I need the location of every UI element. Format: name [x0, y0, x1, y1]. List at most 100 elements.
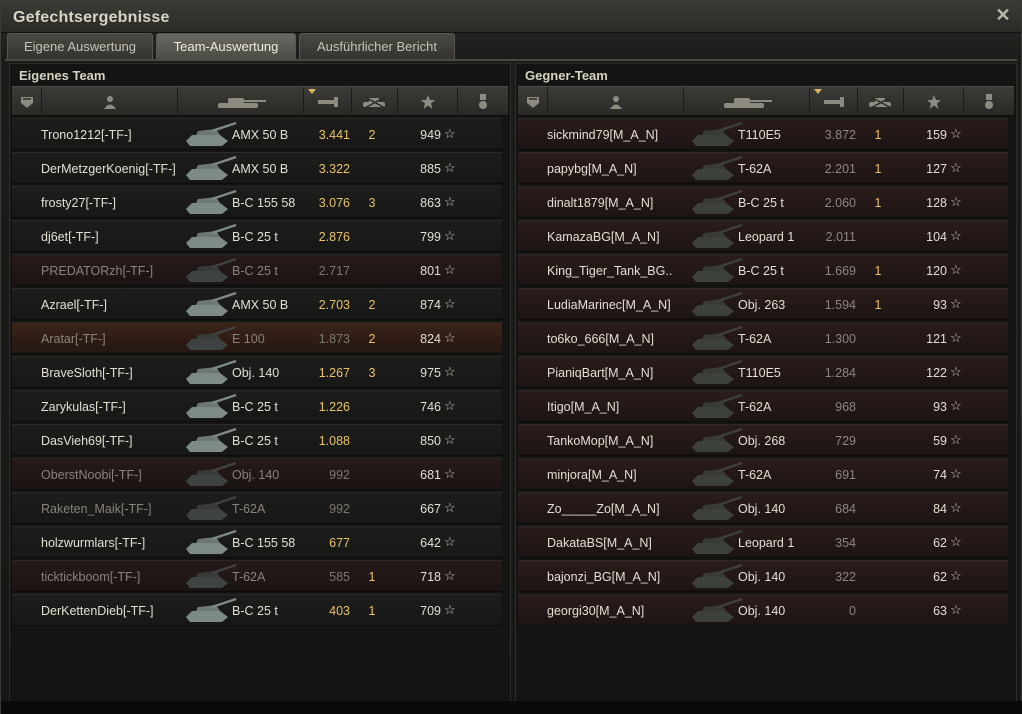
player-row[interactable]: Trono1212[-TF-] AMX 50 B 3.441 2 949 ☆ [12, 118, 502, 150]
medal-icon[interactable] [964, 87, 1014, 117]
squad-icon[interactable] [518, 87, 548, 117]
kills-icon[interactable] [352, 87, 398, 117]
vehicle-name: B-C 25 t [232, 264, 278, 278]
player-name: KamazaBG[M_A_N] [547, 230, 660, 244]
player-row[interactable]: Zarykulas[-TF-] B-C 25 t 1.226 746 ☆ [12, 390, 502, 422]
player-row[interactable]: LudiaMarinec[M_A_N] Obj. 263 1.594 1 93 ☆ [518, 288, 1008, 320]
star-icon: ☆ [444, 262, 456, 277]
player-name: Itigo[M_A_N] [547, 400, 620, 414]
medal-icon[interactable] [458, 87, 508, 117]
damage-value: 1.669 [824, 264, 856, 278]
score-value: 128 [926, 196, 947, 210]
player-icon[interactable] [42, 87, 178, 117]
player-name: ticktickboom[-TF-] [41, 570, 141, 584]
score-value: 801 [420, 264, 441, 278]
vehicle-name: Obj. 140 [232, 468, 280, 482]
vehicle-icon [186, 121, 237, 146]
score-value: 863 [420, 196, 441, 210]
player-name: Raketen_Maik[-TF-] [41, 502, 152, 516]
player-row[interactable]: holzwurmlars[-TF-] B-C 155 58 677 642 ☆ [12, 526, 502, 558]
player-row[interactable]: to6ko_666[M_A_N] T-62A 1.300 121 ☆ [518, 322, 1008, 354]
player-row[interactable]: Zo_____Zo[M_A_N] Obj. 140 684 84 ☆ [518, 492, 1008, 524]
kills-value: 1 [368, 570, 376, 584]
player-row[interactable]: papybg[M_A_N] T-62A 2.201 1 127 ☆ [518, 152, 1008, 184]
vehicle-icon [692, 121, 743, 146]
score-star-icon[interactable] [904, 87, 964, 117]
score-value: 718 [420, 570, 441, 584]
star-icon: ☆ [950, 330, 962, 345]
vehicle-name: T-62A [738, 400, 772, 414]
vehicle-icon [186, 359, 237, 384]
player-row[interactable]: PREDATORzh[-TF-] B-C 25 t 2.717 801 ☆ [12, 254, 502, 286]
kills-icon[interactable] [858, 87, 904, 117]
player-row[interactable]: ticktickboom[-TF-] T-62A 585 1 718 ☆ [12, 560, 502, 592]
star-icon: ☆ [444, 194, 456, 209]
player-row[interactable]: minjora[M_A_N] T-62A 691 74 ☆ [518, 458, 1008, 490]
score-value: 120 [926, 264, 947, 278]
player-row[interactable]: DasVieh69[-TF-] B-C 25 t 1.088 850 ☆ [12, 424, 502, 456]
player-row[interactable]: King_Tiger_Tank_BG.. B-C 25 t 1.669 1 120 ☆ [518, 254, 1008, 286]
tab-team-report[interactable]: Team-Auswertung [156, 33, 296, 59]
score-value: 93 [933, 298, 947, 312]
vehicle-icon [186, 393, 237, 418]
own-team-panel: Eigenes Team Trono1212[-TF-] AMX 50 B 3.… [9, 63, 511, 709]
player-row[interactable]: sickmind79[M_A_N] T110E5 3.872 1 159 ☆ [518, 118, 1008, 150]
player-row[interactable]: Aratar[-TF-] E 100 1.873 2 824 ☆ [12, 322, 502, 354]
window-title: Gefechtsergebnisse [13, 9, 170, 26]
player-name: Azrael[-TF-] [41, 298, 107, 312]
player-row[interactable]: PianiqBart[M_A_N] T110E5 1.284 122 ☆ [518, 356, 1008, 388]
tab-detailed-report[interactable]: Ausführlicher Bericht [299, 33, 455, 59]
score-value: 127 [926, 162, 947, 176]
close-icon[interactable]: ✕ [993, 5, 1013, 25]
damage-value: 2.201 [824, 162, 856, 176]
tank-icon[interactable] [684, 87, 810, 117]
player-name: LudiaMarinec[M_A_N] [547, 298, 671, 312]
vehicle-icon [186, 427, 237, 452]
star-icon: ☆ [444, 534, 456, 549]
damage-value: 3.322 [318, 162, 350, 176]
player-row[interactable]: DakataBS[M_A_N] Leopard 1 354 62 ☆ [518, 526, 1008, 558]
player-row[interactable]: bajonzi_BG[M_A_N] Obj. 140 322 62 ☆ [518, 560, 1008, 592]
damage-icon[interactable] [304, 87, 352, 117]
player-row[interactable]: DerKettenDieb[-TF-] B-C 25 t 403 1 709 ☆ [12, 594, 502, 626]
vehicle-icon [186, 257, 237, 282]
score-value: 63 [933, 604, 947, 618]
player-row[interactable]: OberstNoobi[-TF-] Obj. 140 992 681 ☆ [12, 458, 502, 490]
player-row[interactable]: frosty27[-TF-] B-C 155 58 3.076 3 863 ☆ [12, 186, 502, 218]
kills-value: 2 [368, 298, 376, 312]
squad-icon[interactable] [12, 87, 42, 117]
player-row[interactable]: BraveSloth[-TF-] Obj. 140 1.267 3 975 ☆ [12, 356, 502, 388]
kills-value: 1 [874, 298, 882, 312]
score-star-icon[interactable] [398, 87, 458, 117]
damage-icon[interactable] [810, 87, 858, 117]
score-value: 949 [420, 128, 441, 142]
score-value: 104 [926, 230, 947, 244]
player-row[interactable]: Itigo[M_A_N] T-62A 968 93 ☆ [518, 390, 1008, 422]
vehicle-icon [692, 155, 743, 180]
player-row[interactable]: Azrael[-TF-] AMX 50 B 2.703 2 874 ☆ [12, 288, 502, 320]
star-icon: ☆ [950, 602, 962, 617]
player-name: King_Tiger_Tank_BG.. [547, 264, 673, 278]
star-icon: ☆ [950, 126, 962, 141]
player-name: Zo_____Zo[M_A_N] [547, 502, 660, 516]
star-icon: ☆ [950, 534, 962, 549]
player-row[interactable]: TankoMop[M_A_N] Obj. 268 729 59 ☆ [518, 424, 1008, 456]
damage-value: 1.088 [318, 434, 350, 448]
player-row[interactable]: KamazaBG[M_A_N] Leopard 1 2.011 104 ☆ [518, 220, 1008, 252]
vehicle-icon [186, 189, 237, 214]
damage-value: 2.717 [318, 264, 350, 278]
damage-value: 322 [835, 570, 856, 584]
damage-value: 1.284 [824, 366, 856, 380]
tank-icon[interactable] [178, 87, 304, 117]
score-value: 159 [926, 128, 947, 142]
player-row[interactable]: dinalt1879[M_A_N] B-C 25 t 2.060 1 128 ☆ [518, 186, 1008, 218]
player-row[interactable]: georgi30[M_A_N] Obj. 140 0 63 ☆ [518, 594, 1008, 626]
vehicle-name: Obj. 140 [738, 604, 786, 618]
player-icon[interactable] [548, 87, 684, 117]
tab-own-report[interactable]: Eigene Auswertung [7, 33, 153, 59]
player-row[interactable]: Raketen_Maik[-TF-] T-62A 992 667 ☆ [12, 492, 502, 524]
vehicle-icon [186, 597, 237, 622]
player-row[interactable]: dj6et[-TF-] B-C 25 t 2.876 799 ☆ [12, 220, 502, 252]
damage-value: 2.876 [318, 230, 350, 244]
player-row[interactable]: DerMetzgerKoenig[-TF-] AMX 50 B 3.322 885 ☆ [12, 152, 502, 184]
